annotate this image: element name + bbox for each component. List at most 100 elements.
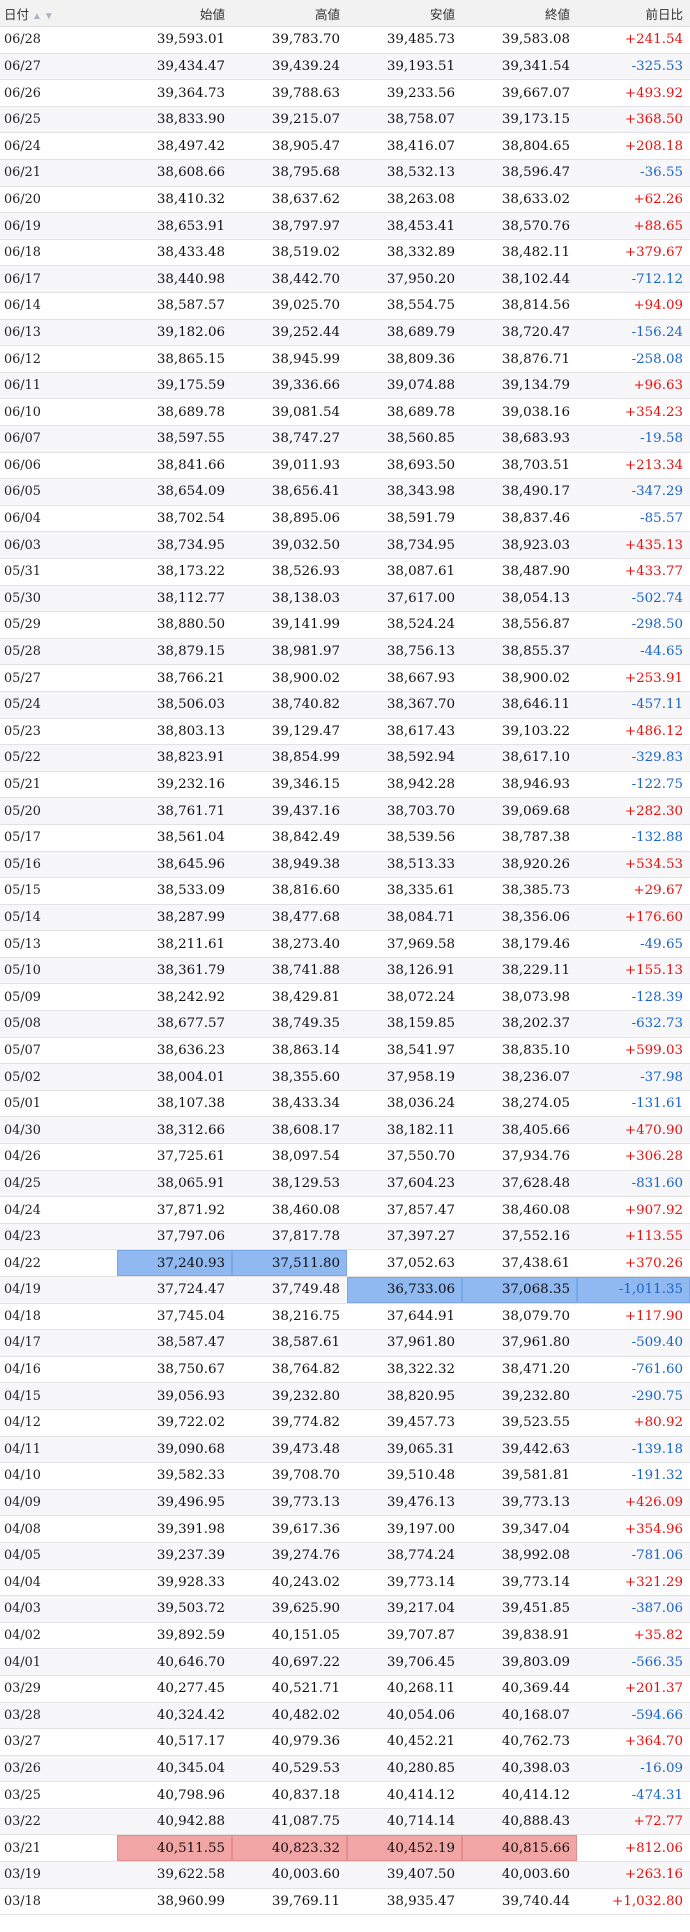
open-cell: 38,173.22 [117,558,232,586]
open-cell: 37,724.47 [117,1276,232,1304]
low-cell: 37,644.91 [347,1303,462,1331]
low-cell: 40,280.85 [347,1755,462,1783]
close-cell: 39,347.04 [462,1515,577,1543]
date-cell: 05/13 [0,930,117,958]
date-cell: 04/02 [0,1622,117,1650]
change-cell: -19.58 [577,425,690,453]
low-cell: 37,857.47 [347,1196,462,1224]
change-cell: -191.32 [577,1462,690,1490]
table-row: 06/07 38,597.55 38,747.27 38,560.85 38,683.9… [0,425,690,453]
table-row: 05/31 38,173.22 38,526.93 38,087.61 38,487.9… [0,558,690,586]
low-cell: 39,476.13 [347,1489,462,1517]
date-cell: 06/27 [0,53,117,81]
change-cell: +72.77 [577,1808,690,1836]
change-cell: +282.30 [577,797,690,825]
table-row: 05/02 38,004.01 38,355.60 37,958.19 38,236.0… [0,1063,690,1091]
table-row: 04/25 38,065.91 38,129.53 37,604.23 37,628.4… [0,1170,690,1198]
close-cell: 38,179.46 [462,930,577,958]
close-cell: 39,838.91 [462,1622,577,1650]
table-row: 05/08 38,677.57 38,749.35 38,159.85 38,202.3… [0,1010,690,1038]
low-cell: 38,820.95 [347,1382,462,1410]
high-cell: 38,749.35 [232,1010,347,1038]
high-cell: 38,138.03 [232,585,347,613]
table-row: 05/15 38,533.09 38,816.60 38,335.61 38,385.7… [0,877,690,905]
high-cell: 39,437.16 [232,797,347,825]
low-cell: 38,367.70 [347,691,462,719]
low-cell: 40,714.14 [347,1808,462,1836]
close-cell: 38,490.17 [462,478,577,506]
table-row: 03/18 38,960.99 39,769.11 38,935.47 39,740.4… [0,1888,690,1916]
low-cell: 39,707.87 [347,1622,462,1650]
close-cell: 38,570.76 [462,212,577,240]
table-row: 06/28 39,593.01 39,783.70 39,485.73 39,583.0… [0,26,690,54]
open-cell: 38,242.92 [117,983,232,1012]
table-row: 05/09 38,242.92 38,429.81 38,072.24 38,073.9… [0,983,690,1012]
date-cell: 03/22 [0,1808,117,1836]
date-cell: 05/10 [0,957,117,985]
change-cell: -49.65 [577,930,690,958]
sort-arrows-icon[interactable]: ▲▼ [32,11,56,22]
change-cell: +907.92 [577,1196,690,1224]
close-cell: 38,482.11 [462,239,577,267]
low-cell: 38,524.24 [347,611,462,639]
date-cell: 05/02 [0,1063,117,1091]
close-cell: 38,617.10 [462,744,577,772]
low-cell: 38,689.79 [347,319,462,347]
low-cell: 38,036.24 [347,1090,462,1118]
date-cell: 05/27 [0,664,117,692]
open-cell: 39,434.47 [117,53,232,81]
change-cell: -36.55 [577,159,690,187]
close-cell: 39,803.09 [462,1648,577,1676]
high-cell: 39,773.13 [232,1489,347,1517]
change-cell: +354.96 [577,1515,690,1543]
high-cell: 38,854.99 [232,744,347,772]
open-cell: 40,942.88 [117,1808,232,1836]
close-cell: 38,236.07 [462,1063,577,1091]
high-cell: 38,863.14 [232,1037,347,1065]
change-cell: +208.18 [577,132,690,161]
change-cell: +534.53 [577,851,690,879]
high-cell: 40,979.36 [232,1728,347,1756]
change-cell: -122.75 [577,771,690,799]
close-cell: 38,920.26 [462,851,577,879]
low-cell: 38,689.78 [347,398,462,426]
open-cell: 39,391.98 [117,1515,232,1543]
date-column-header[interactable]: 日付 ▲▼ [0,0,117,28]
date-cell: 06/13 [0,319,117,347]
close-cell: 38,703.51 [462,452,577,480]
close-cell: 38,837.46 [462,505,577,533]
change-cell: -156.24 [577,319,690,347]
change-cell: +426.09 [577,1489,690,1517]
table-row: 05/20 38,761.71 39,437.16 38,703.70 39,069.6… [0,797,690,825]
high-cell: 38,895.06 [232,505,347,533]
close-cell: 37,068.35 [462,1276,577,1304]
open-cell: 38,879.15 [117,638,232,666]
table-row: 04/03 39,503.72 39,625.90 39,217.04 39,451.8… [0,1595,690,1623]
open-cell: 38,702.54 [117,505,232,533]
low-cell: 39,217.04 [347,1595,462,1623]
high-cell: 38,637.62 [232,186,347,214]
table-row: 05/01 38,107.38 38,433.34 38,036.24 38,274.0… [0,1090,690,1118]
low-cell: 38,809.36 [347,345,462,373]
table-row: 04/18 37,745.04 38,216.75 37,644.91 38,079.7… [0,1303,690,1331]
date-cell: 06/21 [0,159,117,187]
change-cell: +94.09 [577,292,690,320]
low-cell: 38,332.89 [347,239,462,267]
close-cell: 37,628.48 [462,1170,577,1198]
open-cell: 38,734.95 [117,531,232,559]
change-cell: +176.60 [577,904,690,932]
date-cell: 03/25 [0,1781,117,1809]
open-cell: 40,798.96 [117,1781,232,1809]
open-cell: 37,797.06 [117,1223,232,1251]
high-cell: 40,003.60 [232,1861,347,1889]
open-cell: 38,677.57 [117,1010,232,1038]
open-cell: 39,582.33 [117,1462,232,1490]
open-cell: 38,533.09 [117,877,232,905]
close-column-header: 終値 [462,0,577,28]
high-cell: 38,429.81 [232,983,347,1012]
open-cell: 39,722.02 [117,1409,232,1437]
open-cell: 38,065.91 [117,1170,232,1198]
high-cell: 39,346.15 [232,771,347,799]
close-cell: 37,961.80 [462,1329,577,1357]
table-row: 05/28 38,879.15 38,981.97 38,756.13 38,855.3… [0,638,690,666]
